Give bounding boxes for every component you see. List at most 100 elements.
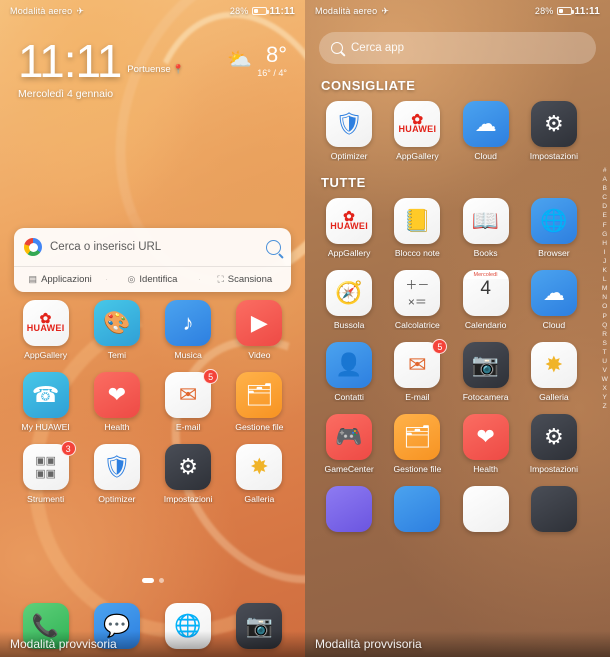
az-letter[interactable]: X [602, 384, 607, 393]
status-time: 11:11 [269, 5, 295, 17]
search-input[interactable]: Cerca o inserisci URL [50, 241, 258, 253]
app-cloud[interactable]: ☁ Cloud [520, 270, 588, 330]
app-optimizer[interactable]: 🛡 Optimizer [315, 101, 383, 161]
az-letter[interactable]: O [602, 302, 607, 311]
app-row5-2[interactable] [383, 486, 451, 532]
az-letter[interactable]: S [602, 339, 607, 348]
app-contatti[interactable]: 👤 Contatti [315, 342, 383, 402]
az-letter[interactable]: # [603, 166, 607, 175]
search-icon[interactable] [266, 239, 281, 255]
az-letter[interactable]: B [602, 184, 607, 193]
app-gestione-file[interactable]: 🗂 Gestione file [224, 372, 295, 432]
az-letter[interactable]: W [602, 375, 608, 384]
chip-label: Identifica [139, 274, 178, 285]
weather-widget[interactable]: ⛅ 8° 16° / 4° [227, 44, 287, 79]
chip-applicazioni[interactable]: ▤ Applicazioni [14, 274, 106, 285]
app-galleria[interactable]: ✸ Galleria [224, 444, 295, 504]
app-my-huawei[interactable]: ☎ My HUAWEI [10, 372, 81, 432]
battery-label: 28% [229, 6, 249, 16]
app-impostazioni[interactable]: ⚙ Impostazioni [153, 444, 224, 504]
app-musica[interactable]: ♪ Musica [153, 300, 224, 360]
app-appgallery[interactable]: ✿ HUAWEI AppGallery [10, 300, 81, 360]
az-letter[interactable]: D [602, 202, 607, 211]
app-label: Optimizer [98, 494, 136, 504]
weather-values: 8° 16° / 4° [257, 44, 287, 79]
clock-weather-widget[interactable]: 11:11 Portuense 📍 ⛅ 8° 16° / 4° Mercoled… [0, 22, 305, 100]
app-label: Temi [107, 350, 127, 360]
az-letter[interactable]: M [602, 284, 608, 293]
app-label: E-mail [175, 422, 201, 432]
app-row5-1[interactable] [315, 486, 383, 532]
app-appgallery[interactable]: ✿ HUAWEI AppGallery [383, 101, 451, 161]
app-blocco-note[interactable]: 📒 Blocco note [383, 198, 451, 258]
az-letter[interactable]: L [603, 275, 607, 284]
az-letter[interactable]: U [602, 357, 607, 366]
app-temi[interactable]: 🎨 Temi [81, 300, 152, 360]
chip-scansiona[interactable]: ⛶ Scansiona [198, 274, 291, 285]
app-gamecenter[interactable]: 🎮 GameCenter [315, 414, 383, 474]
app-impostazioni[interactable]: ⚙ Impostazioni [520, 414, 588, 474]
status-right: 28% 11:11 [230, 6, 295, 17]
search-widget[interactable]: Cerca o inserisci URL ▤ Applicazioni ◎ I… [14, 228, 291, 292]
app-galleria[interactable]: ✸ Galleria [520, 342, 588, 402]
app-label: Video [248, 350, 271, 360]
az-letter[interactable]: F [603, 221, 607, 230]
contacts-icon: 👤 [326, 342, 373, 388]
az-letter[interactable]: H [602, 239, 607, 248]
az-letter[interactable]: I [604, 248, 606, 257]
cloud-icon: ☁ [530, 270, 577, 316]
app-video[interactable]: ▶ Video [224, 300, 295, 360]
az-letter[interactable]: T [603, 348, 607, 357]
az-letter[interactable]: P [602, 312, 607, 321]
az-letter[interactable]: Z [603, 402, 607, 411]
safe-mode-banner-left: Modalità provvisoria [0, 631, 305, 657]
page-dot[interactable] [158, 578, 164, 583]
az-letter[interactable]: Y [602, 393, 607, 402]
app-books[interactable]: 📖 Books [452, 198, 520, 258]
app-calendario[interactable]: Mercoledì 4 Calendario [452, 270, 520, 330]
az-letter[interactable]: E [602, 211, 607, 220]
status-left: Modalità aereo ✈ [315, 6, 389, 17]
app-row5-3[interactable] [452, 486, 520, 532]
chrome-logo-icon [24, 238, 42, 256]
app-fotocamera[interactable]: 📷 Fotocamera [452, 342, 520, 402]
az-letter[interactable]: V [602, 366, 607, 375]
lens-icon: ◎ [127, 274, 136, 284]
app-impostazioni[interactable]: ⚙ Impostazioni [520, 101, 588, 161]
app-calcolatrice[interactable]: ＋－ ×＝ Calcolatrice [383, 270, 451, 330]
settings-icon: ⚙ [165, 444, 212, 490]
az-letter[interactable]: G [602, 230, 607, 239]
clock-row: 11:11 Portuense 📍 ⛅ 8° 16° / 4° [18, 38, 287, 84]
az-letter[interactable]: C [602, 193, 607, 202]
chip-identifica[interactable]: ◎ Identifica [106, 274, 198, 285]
search-placeholder: Cerca app [351, 42, 405, 54]
az-index[interactable]: # A B C D E F G H I J K L M N O P Q R S … [602, 166, 608, 412]
app-label: Bussola [333, 320, 365, 330]
app-appgallery[interactable]: ✿ HUAWEI AppGallery [315, 198, 383, 258]
app-bussola[interactable]: 🧭 Bussola [315, 270, 383, 330]
app-health[interactable]: ❤ Health [81, 372, 152, 432]
search-input-row[interactable]: Cerca o inserisci URL [14, 228, 291, 266]
app-optimizer[interactable]: 🛡 Optimizer [81, 444, 152, 504]
az-letter[interactable]: K [602, 266, 607, 275]
app-search-field[interactable]: Cerca app [319, 32, 596, 64]
airplane-icon: ✈ [76, 5, 85, 16]
az-letter[interactable]: J [603, 257, 607, 266]
compass-icon: 🧭 [326, 270, 373, 316]
az-letter[interactable]: N [602, 293, 607, 302]
app-email[interactable]: ✉ 5 E-mail [383, 339, 451, 402]
app-email[interactable]: ✉ 5 E-mail [153, 369, 224, 432]
page-dot-active[interactable] [141, 578, 154, 583]
app-row5-4[interactable] [520, 486, 588, 532]
az-letter[interactable]: R [602, 330, 607, 339]
app-gestione-file[interactable]: 🗂 Gestione file [383, 414, 451, 474]
app-label: Calendario [464, 320, 507, 330]
app-cloud[interactable]: ☁ Cloud [452, 101, 520, 161]
az-letter[interactable]: A [602, 175, 607, 184]
my-huawei-icon: ☎ [22, 372, 69, 418]
az-letter[interactable]: Q [602, 321, 607, 330]
app-health[interactable]: ❤ Health [452, 414, 520, 474]
app-browser[interactable]: 🌐 Browser [520, 198, 588, 258]
app-label: Health [104, 422, 130, 432]
folder-strumenti[interactable]: ▣▣ ▣▣ 3 Strumenti [10, 441, 81, 504]
